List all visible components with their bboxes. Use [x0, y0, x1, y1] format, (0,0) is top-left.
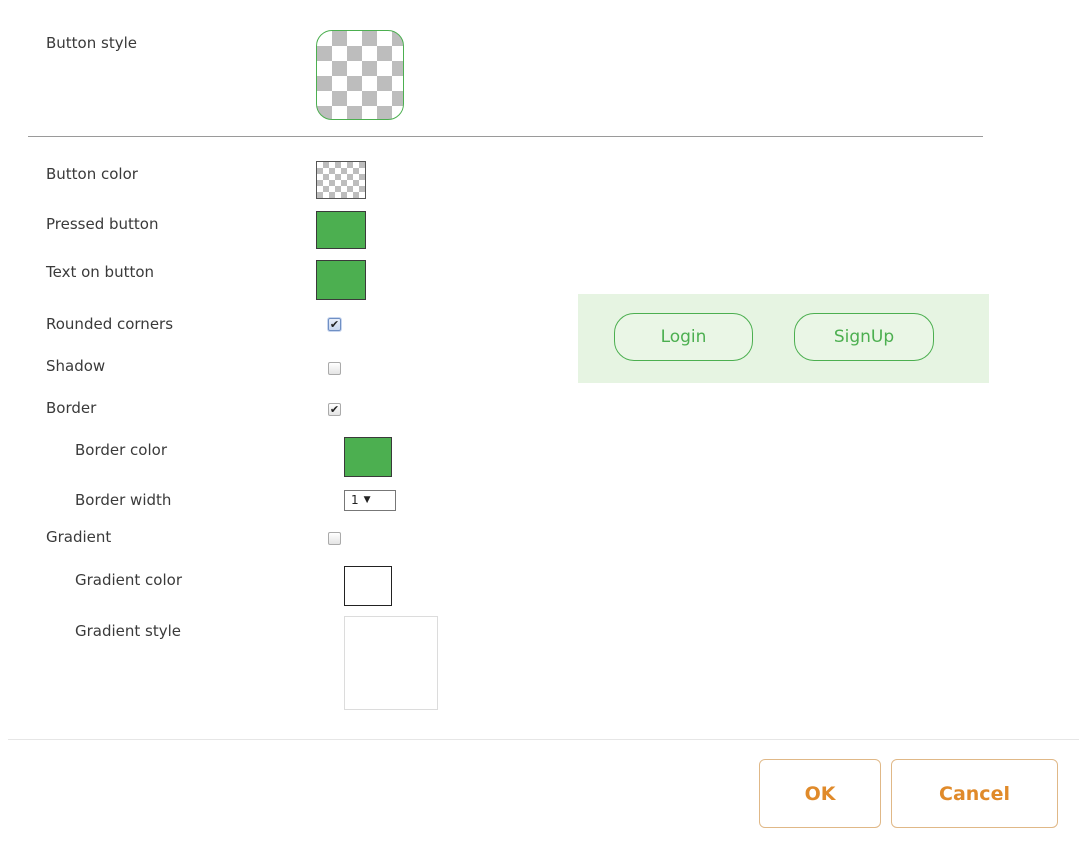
gradient-style-swatch[interactable] — [344, 616, 438, 710]
border-width-select[interactable]: 1 ▼ — [344, 490, 396, 511]
preview-signup-button[interactable]: SignUp — [794, 313, 934, 361]
gradient-style-label: Gradient style — [75, 622, 182, 640]
footer-divider — [8, 739, 1079, 740]
rounded-corners-checkbox[interactable]: ✔ — [328, 318, 341, 331]
pressed-button-label: Pressed button — [46, 215, 159, 233]
shadow-checkbox[interactable] — [328, 362, 341, 375]
button-style-label: Button style — [46, 34, 137, 52]
border-color-label: Border color — [75, 441, 167, 459]
gradient-color-label: Gradient color — [75, 571, 182, 589]
button-style-swatch[interactable] — [316, 30, 404, 120]
button-color-label: Button color — [46, 165, 138, 183]
border-label: Border — [46, 399, 97, 417]
preview-login-button[interactable]: Login — [614, 313, 753, 361]
dropdown-arrow-icon: ▼ — [363, 495, 371, 505]
text-on-button-color-swatch[interactable] — [316, 260, 366, 300]
pressed-button-color-swatch[interactable] — [316, 211, 366, 249]
shadow-label: Shadow — [46, 357, 106, 375]
border-checkbox[interactable]: ✔ — [328, 403, 341, 416]
rounded-corners-label: Rounded corners — [46, 315, 174, 333]
border-width-label: Border width — [75, 491, 172, 509]
border-width-value: 1 — [351, 493, 359, 507]
section-divider — [28, 136, 983, 137]
cancel-button[interactable]: Cancel — [891, 759, 1058, 828]
gradient-checkbox[interactable] — [328, 532, 341, 545]
ok-button[interactable]: OK — [759, 759, 881, 828]
gradient-label: Gradient — [46, 528, 112, 546]
button-color-swatch[interactable] — [316, 161, 366, 199]
gradient-color-swatch[interactable] — [344, 566, 392, 606]
text-on-button-label: Text on button — [46, 263, 155, 281]
border-color-swatch[interactable] — [344, 437, 392, 477]
